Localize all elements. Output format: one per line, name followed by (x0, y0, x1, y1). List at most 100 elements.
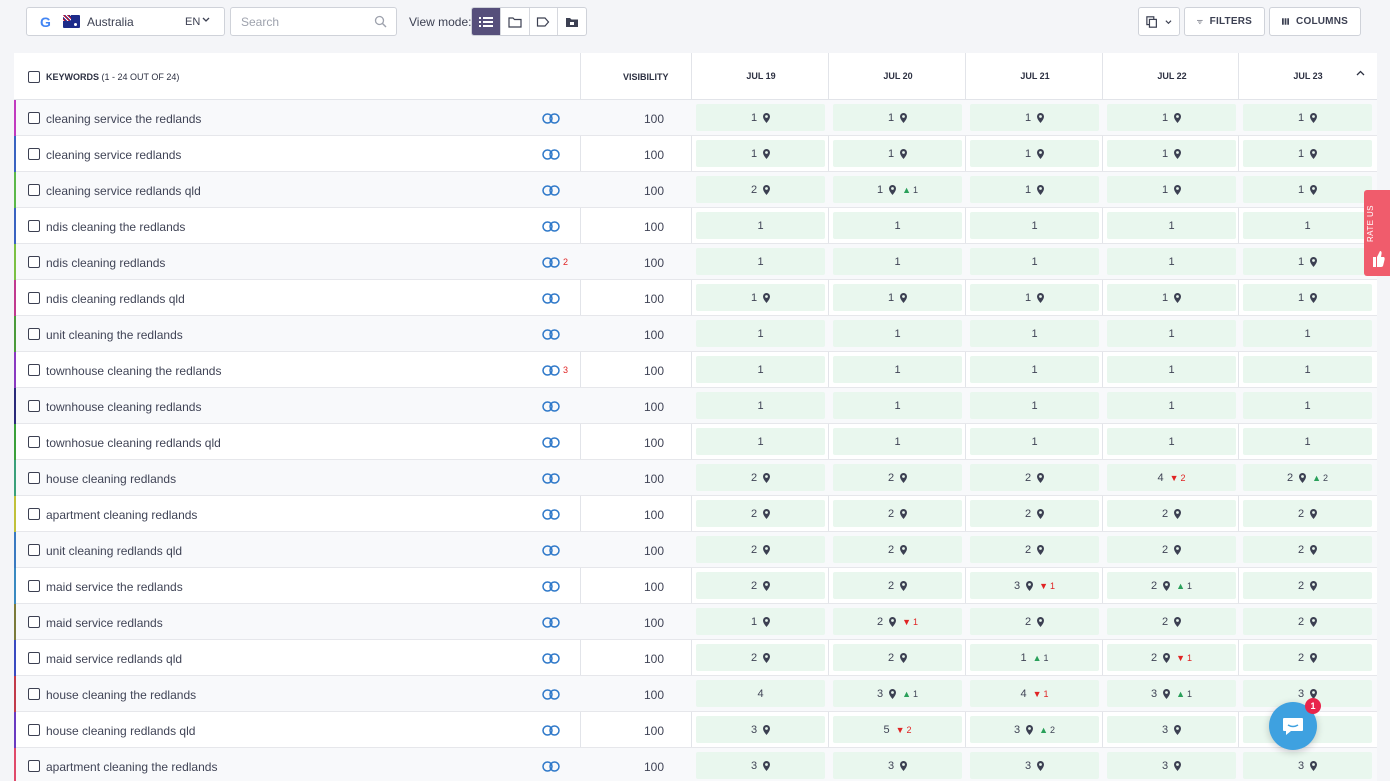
table-row[interactable]: house cleaning redlands 100 2 2 2 4 ▼ 2 2 ▲ 2 (14, 460, 1377, 496)
visibility-header[interactable]: VISIBILITY (623, 72, 669, 82)
row-checkbox[interactable] (28, 724, 40, 736)
rank-cell[interactable]: 1 (1107, 212, 1236, 239)
row-checkbox[interactable] (28, 508, 40, 520)
rank-cell[interactable]: 1 (1243, 176, 1372, 203)
rank-cell[interactable]: 1 (970, 104, 1099, 131)
rank-cell[interactable]: 1 (696, 140, 825, 167)
table-row[interactable]: unit cleaning redlands qld 100 2 2 2 2 2 (14, 532, 1377, 568)
table-row[interactable]: ndis cleaning redlands qld 100 1 1 1 1 1 (14, 280, 1377, 316)
rank-cell[interactable]: 2 ▼ 1 (833, 608, 962, 635)
group-view-button[interactable] (558, 8, 586, 35)
rank-cell[interactable]: 1 (696, 392, 825, 419)
table-row[interactable]: townhosue cleaning redlands qld 100 1 1 1 1 1 (14, 424, 1377, 460)
rank-cell[interactable]: 1 (970, 392, 1099, 419)
rank-cell[interactable]: 2 (970, 464, 1099, 491)
rank-cell[interactable]: 1 (970, 176, 1099, 203)
rank-cell[interactable]: 2 (1243, 644, 1372, 671)
row-checkbox[interactable] (28, 148, 40, 160)
table-row[interactable]: unit cleaning the redlands 100 1 1 1 1 1 (14, 316, 1377, 352)
rank-cell[interactable]: 1 (970, 356, 1099, 383)
rank-cell[interactable]: 3 ▲ 1 (833, 680, 962, 707)
rank-cell[interactable]: 1 (833, 428, 962, 455)
rank-cell[interactable]: 1 (833, 140, 962, 167)
rank-cell[interactable]: 2 ▲ 1 (1107, 572, 1236, 599)
rank-cell[interactable]: 1 (696, 212, 825, 239)
link-icon[interactable] (542, 185, 560, 196)
copy-button[interactable] (1138, 7, 1180, 36)
rank-cell[interactable]: 1 (833, 356, 962, 383)
rank-cell[interactable]: 1 (1243, 248, 1372, 275)
table-row[interactable]: house cleaning the redlands 100 4 3 ▲ 1 4 ▼ 1 3 ▲ 1… (14, 676, 1377, 712)
rank-cell[interactable]: 1 (833, 104, 962, 131)
rank-cell[interactable]: 1 (833, 284, 962, 311)
rank-cell[interactable]: 1 (696, 428, 825, 455)
link-icon[interactable] (542, 293, 560, 304)
rank-cell[interactable]: 2 (1243, 572, 1372, 599)
rank-cell[interactable]: 4 ▼ 1 (970, 680, 1099, 707)
rank-cell[interactable]: 1 (833, 248, 962, 275)
rank-cell[interactable]: 1 (833, 212, 962, 239)
link-icon[interactable] (542, 437, 560, 448)
rank-cell[interactable]: 1 (970, 284, 1099, 311)
rank-cell[interactable]: 1 (696, 356, 825, 383)
rank-cell[interactable]: 2 (833, 536, 962, 563)
rank-cell[interactable]: 3 ▲ 1 (1107, 680, 1236, 707)
row-checkbox[interactable] (28, 436, 40, 448)
rank-cell[interactable]: 3 ▲ 2 (970, 716, 1099, 743)
link-icon[interactable] (542, 473, 560, 484)
table-row[interactable]: cleaning service redlands 100 1 1 1 1 1 (14, 136, 1377, 172)
rank-cell[interactable]: 2 (1107, 500, 1236, 527)
rank-cell[interactable]: 1 (833, 392, 962, 419)
rank-cell[interactable]: 2 (696, 500, 825, 527)
rank-cell[interactable]: 1 (970, 320, 1099, 347)
rank-cell[interactable]: 2 (1107, 536, 1236, 563)
row-checkbox[interactable] (28, 472, 40, 484)
list-view-button[interactable] (472, 8, 501, 35)
link-icon[interactable] (542, 365, 560, 376)
rank-cell[interactable]: 1 (1243, 212, 1372, 239)
rank-cell[interactable]: 2 (833, 572, 962, 599)
table-row[interactable]: cleaning service redlands qld 100 2 1 ▲ 1 1 1 1 (14, 172, 1377, 208)
rank-cell[interactable]: 1 (1107, 428, 1236, 455)
rank-cell[interactable]: 3 ▼ 1 (970, 572, 1099, 599)
rank-cell[interactable]: 2 (970, 536, 1099, 563)
row-checkbox[interactable] (28, 184, 40, 196)
link-icon[interactable] (542, 329, 560, 340)
rank-cell[interactable]: 1 (696, 104, 825, 131)
row-checkbox[interactable] (28, 328, 40, 340)
row-checkbox[interactable] (28, 220, 40, 232)
date-header[interactable]: JUL 23 (1288, 71, 1328, 81)
tag-view-button[interactable] (530, 8, 559, 35)
rank-cell[interactable]: 2 ▼ 1 (1107, 644, 1236, 671)
table-row[interactable]: apartment cleaning redlands 100 2 2 2 2 2 (14, 496, 1377, 532)
rank-cell[interactable]: 2 (696, 572, 825, 599)
table-row[interactable]: house cleaning redlands qld 100 3 5 ▼ 2 3 ▲ 2 3 (14, 712, 1377, 748)
row-checkbox[interactable] (28, 112, 40, 124)
rank-cell[interactable]: 1 (696, 284, 825, 311)
rate-us-tab[interactable]: RATE US (1364, 190, 1390, 276)
row-checkbox[interactable] (28, 292, 40, 304)
search-input[interactable] (241, 15, 366, 29)
rank-cell[interactable]: 1 (970, 140, 1099, 167)
rank-cell[interactable]: 3 (1243, 752, 1372, 779)
rank-cell[interactable]: 1 (1243, 392, 1372, 419)
rank-cell[interactable]: 5 ▼ 2 (833, 716, 962, 743)
rank-cell[interactable]: 1 (1107, 356, 1236, 383)
rank-cell[interactable]: 1 (970, 428, 1099, 455)
date-header[interactable]: JUL 21 (1015, 71, 1055, 81)
filters-button[interactable]: FILTERS (1184, 7, 1265, 36)
rank-cell[interactable]: 1 (696, 320, 825, 347)
rank-cell[interactable]: 1 (1243, 320, 1372, 347)
date-header[interactable]: JUL 20 (878, 71, 918, 81)
rank-cell[interactable]: 2 (1107, 608, 1236, 635)
rank-cell[interactable]: 1 (1107, 284, 1236, 311)
rank-cell[interactable]: 1 (1107, 104, 1236, 131)
rank-cell[interactable]: 1 (833, 320, 962, 347)
rank-cell[interactable]: 3 (970, 752, 1099, 779)
rank-cell[interactable]: 2 (1243, 536, 1372, 563)
rank-cell[interactable]: 1 (1107, 176, 1236, 203)
row-checkbox[interactable] (28, 256, 40, 268)
rank-cell[interactable]: 1 (1243, 284, 1372, 311)
rank-cell[interactable]: 2 (970, 500, 1099, 527)
rank-cell[interactable]: 1 ▲ 1 (833, 176, 962, 203)
